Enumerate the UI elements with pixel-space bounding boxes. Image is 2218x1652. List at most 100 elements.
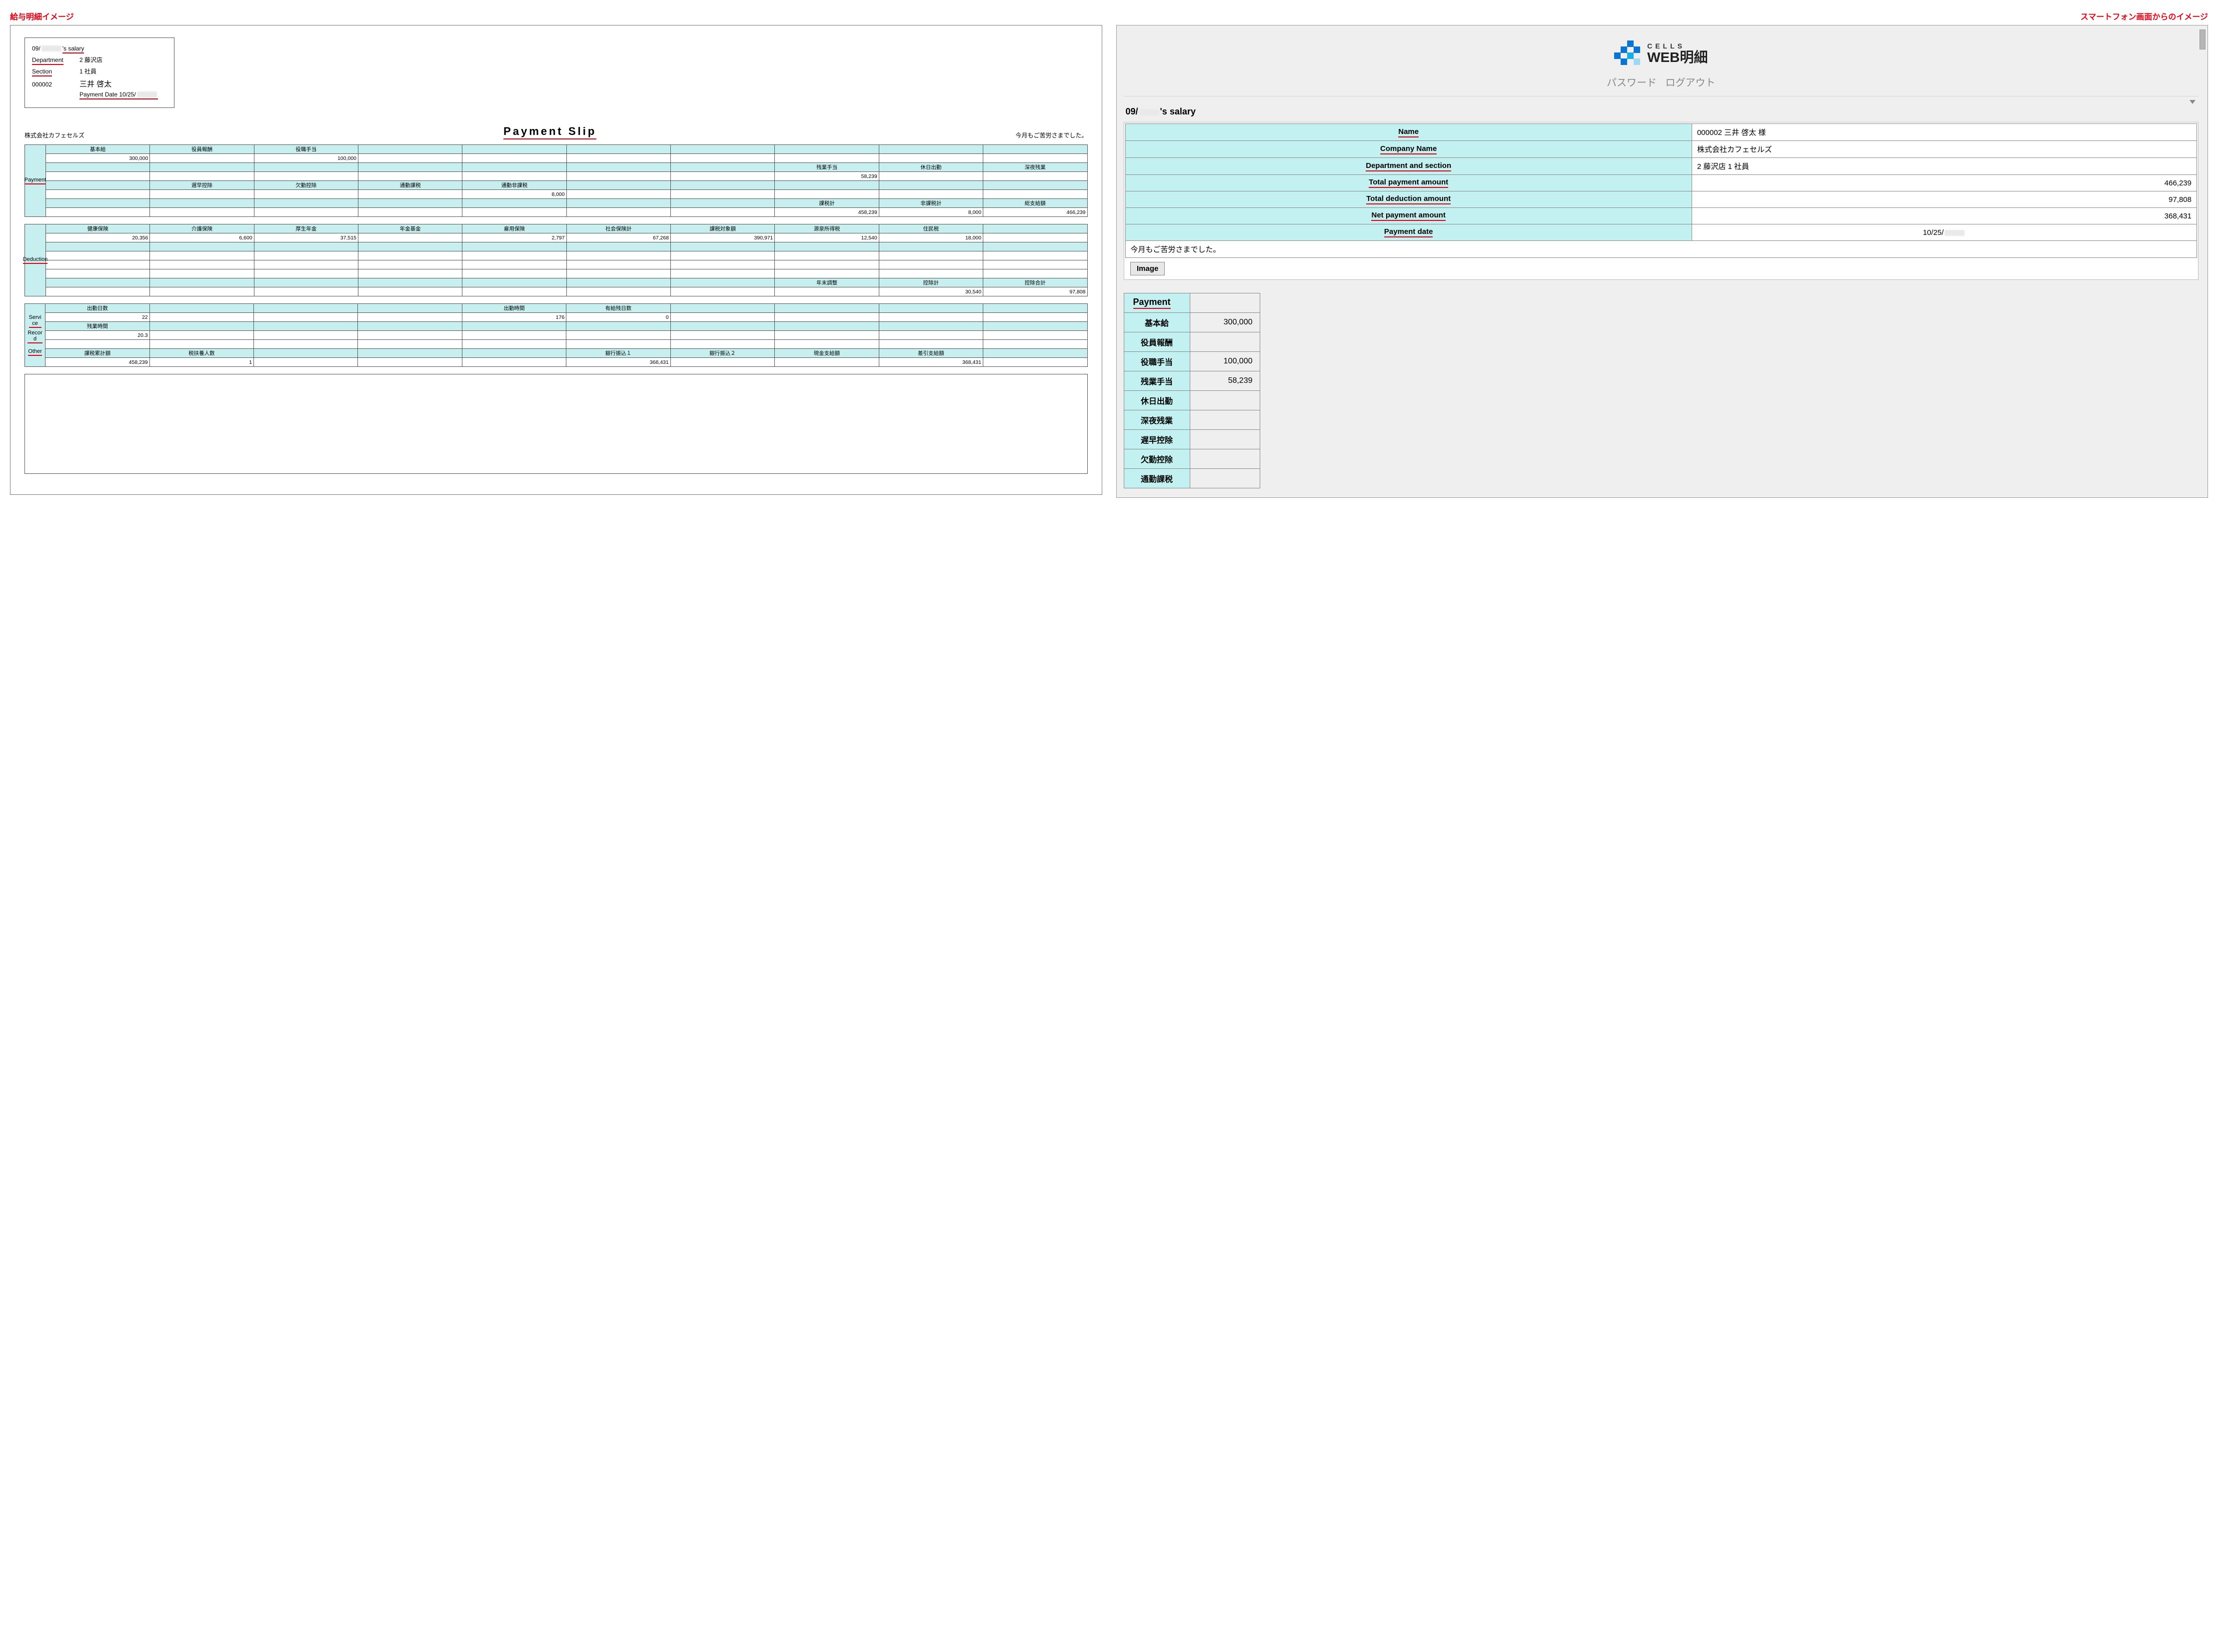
payment-detail-table: Payment 基本給300,000役員報酬役職手当100,000残業手当58,… — [1124, 293, 1260, 488]
cell — [358, 313, 462, 322]
cell — [671, 208, 775, 217]
cell: 課税計 — [775, 199, 879, 208]
cell: 97,808 — [983, 287, 1087, 296]
cell — [775, 181, 879, 190]
cell — [879, 304, 983, 313]
nav-logout-link[interactable]: ログアウト — [1666, 77, 1716, 88]
cell: 介護保険 — [150, 224, 254, 233]
cell: 通勤課税 — [358, 181, 462, 190]
cell: 20,356 — [46, 233, 150, 242]
sum-totalded-label: Total deduction amount — [1366, 194, 1451, 204]
cell: 8,000 — [462, 190, 566, 199]
cell — [671, 242, 775, 251]
cell — [462, 208, 566, 217]
image-button[interactable]: Image — [1130, 262, 1165, 275]
detail-label: 役員報酬 — [1124, 332, 1190, 352]
cell — [150, 251, 254, 260]
cell: 基本給 — [46, 145, 150, 154]
cell — [670, 340, 774, 349]
cell — [879, 269, 983, 278]
cell — [149, 313, 253, 322]
cell — [566, 181, 670, 190]
cell — [671, 260, 775, 269]
nav-password-link[interactable]: パスワード — [1607, 77, 1657, 88]
cell — [46, 172, 150, 181]
slip-title: Payment Slip — [503, 125, 596, 139]
cell: 12,540 — [775, 233, 879, 242]
cell: 雇用保険 — [462, 224, 566, 233]
cell: 466,239 — [983, 208, 1087, 217]
cell — [566, 340, 670, 349]
cell — [671, 287, 775, 296]
cell — [150, 208, 254, 217]
cell — [879, 145, 983, 154]
cell — [983, 260, 1087, 269]
other-side-label: Other — [28, 348, 42, 356]
cell — [46, 163, 150, 172]
payment-block: Payment 基本給役員報酬役職手当 300,000100,000 残業手当休… — [24, 144, 1088, 217]
service-other-block: Service Record Other 出勤日数出勤時間有給残日数 22176… — [24, 303, 1088, 367]
cell: 遅早控除 — [150, 181, 254, 190]
cell: 1 — [149, 358, 253, 367]
cell — [358, 145, 462, 154]
cell — [775, 190, 879, 199]
detail-label: 役職手当 — [1124, 352, 1190, 371]
cell — [775, 331, 879, 340]
cell: 住民税 — [879, 224, 983, 233]
cell — [775, 260, 879, 269]
cell — [983, 145, 1087, 154]
sum-deptsec-label: Department and section — [1366, 161, 1451, 171]
detail-value — [1190, 332, 1260, 352]
cell — [879, 322, 983, 331]
employee-info-box: 09/'s salary Department 2 藤沢店 Section 1 … — [24, 37, 174, 108]
cell — [566, 287, 670, 296]
cell — [150, 278, 254, 287]
cell: 残業手当 — [775, 163, 879, 172]
detail-label: 休日出勤 — [1124, 391, 1190, 410]
detail-value — [1190, 410, 1260, 430]
slip-period-title: 09/'s salary — [32, 45, 84, 53]
cell: 役職手当 — [254, 145, 358, 154]
sum-totalded-value: 97,808 — [1692, 191, 2197, 208]
cell — [566, 154, 670, 163]
cell: 176 — [462, 313, 566, 322]
scrollbar[interactable] — [2200, 29, 2206, 493]
cell — [671, 181, 775, 190]
cell: 8,000 — [879, 208, 983, 217]
dropdown-arrow-icon[interactable] — [1124, 98, 2196, 103]
cell — [671, 145, 775, 154]
cell — [566, 199, 670, 208]
cell — [566, 260, 670, 269]
cell — [879, 172, 983, 181]
cell — [462, 145, 566, 154]
cell — [983, 190, 1087, 199]
cell: 社会保険計 — [566, 224, 670, 233]
payment-date-label: Payment Date 10/25/ — [79, 91, 158, 99]
phone-frame: CELLS WEB明細 パスワード ログアウト 09/'s salary Nam… — [1116, 25, 2209, 498]
cell: 現金支給額 — [775, 349, 879, 358]
cell — [879, 340, 983, 349]
cell — [983, 242, 1087, 251]
cell — [775, 145, 879, 154]
cell — [358, 304, 462, 313]
cell — [462, 242, 566, 251]
emp-name: 三井 啓太 — [79, 78, 111, 89]
sum-name-label: Name — [1398, 127, 1419, 137]
cell — [566, 251, 670, 260]
cell — [670, 331, 774, 340]
cell — [358, 199, 462, 208]
detail-label: 基本給 — [1124, 313, 1190, 332]
payment-table: 基本給役員報酬役職手当 300,000100,000 残業手当休日出勤深夜残業 … — [45, 144, 1088, 217]
cell — [775, 287, 879, 296]
cell: 税扶養人数 — [149, 349, 253, 358]
cell — [983, 304, 1088, 313]
cell — [46, 199, 150, 208]
cell — [983, 154, 1087, 163]
cell — [46, 208, 150, 217]
company-name: 株式会社カフェセルズ — [24, 131, 84, 139]
cell: 通勤非課税 — [462, 181, 566, 190]
payslip-frame: 09/'s salary Department 2 藤沢店 Section 1 … — [10, 25, 1102, 495]
cell — [879, 260, 983, 269]
cell — [254, 349, 358, 358]
cell — [254, 304, 358, 313]
